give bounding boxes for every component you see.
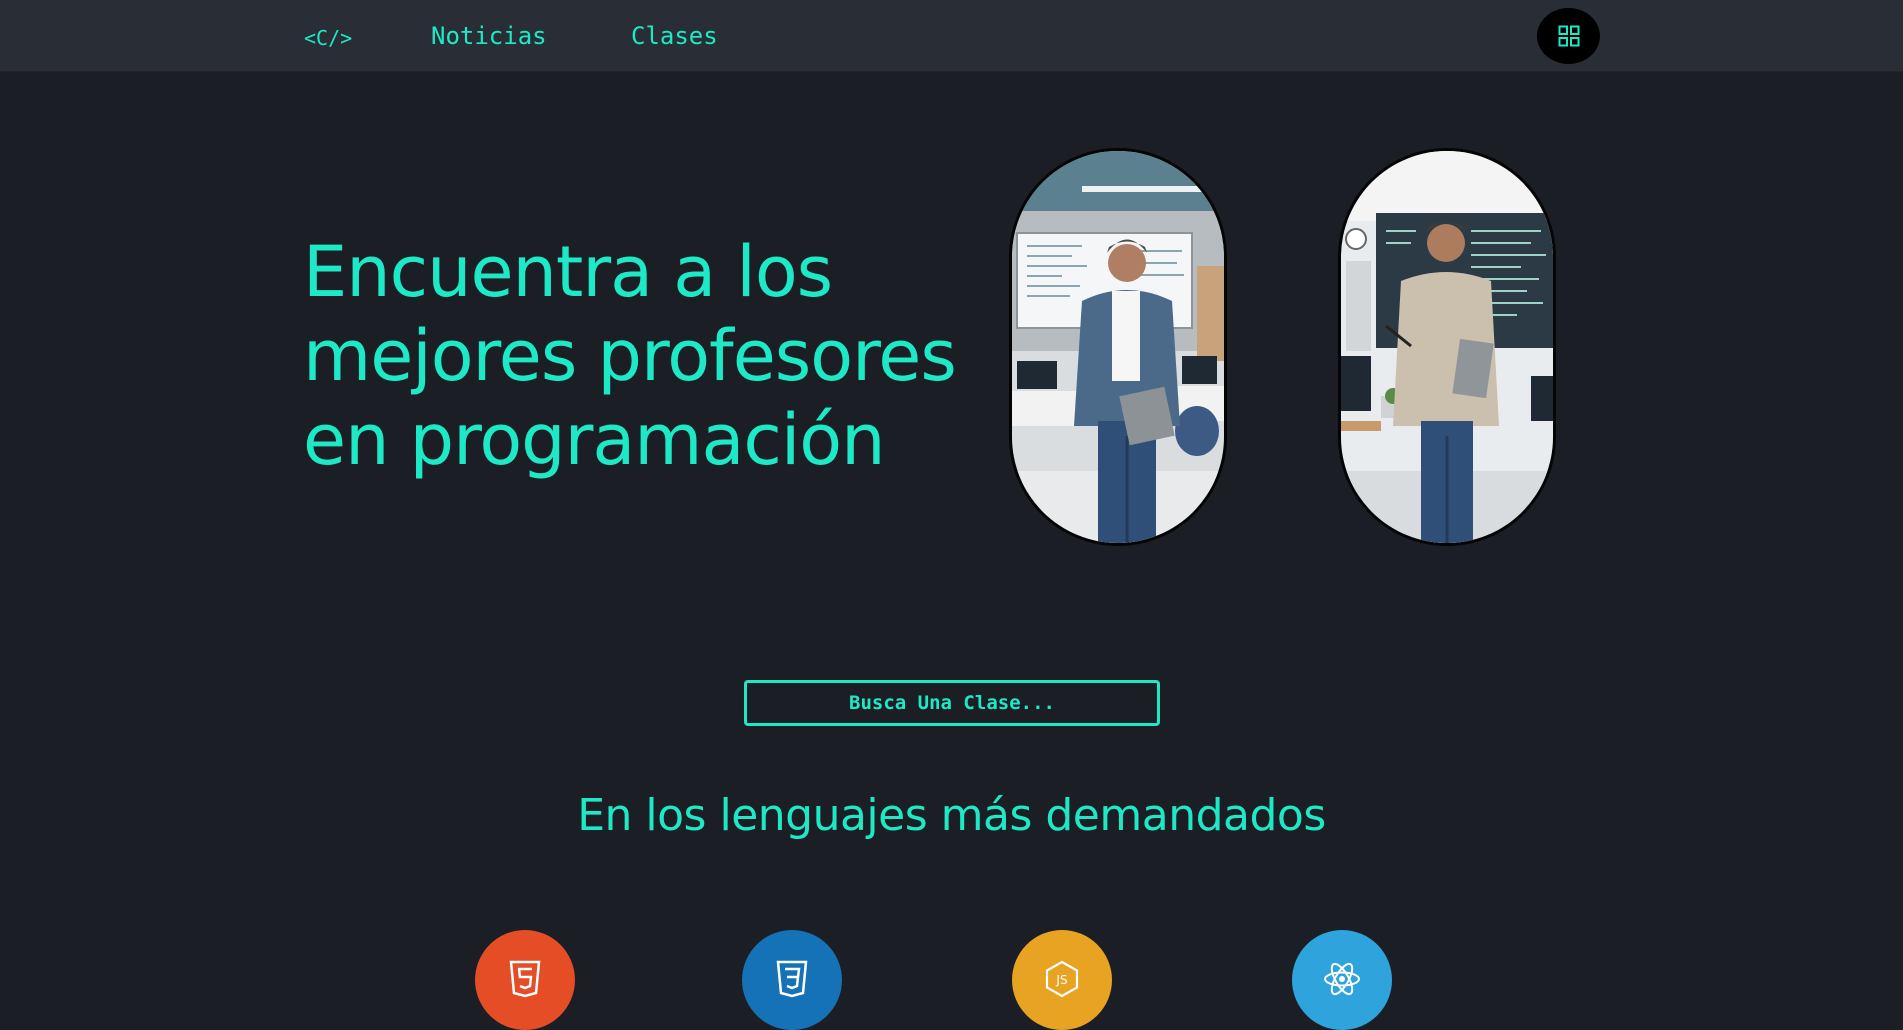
teacher-photo-2 xyxy=(1338,148,1556,546)
html5-icon xyxy=(509,960,541,998)
react-icon xyxy=(1324,962,1360,996)
language-react[interactable] xyxy=(1292,930,1392,1030)
nodejs-icon: JS xyxy=(1045,960,1079,998)
nav-link-noticias[interactable]: Noticias xyxy=(431,22,547,50)
language-html5[interactable] xyxy=(475,930,575,1030)
site-logo[interactable]: <C/> xyxy=(304,26,352,50)
grid-icon xyxy=(1558,25,1579,47)
hero-title: Encuentra a los mejores profesores en pr… xyxy=(303,231,957,481)
teacher-photo-1 xyxy=(1009,148,1227,546)
top-navbar: <C/> Noticias Clases xyxy=(0,0,1903,72)
languages-title: En los lenguajes más demandados xyxy=(577,790,1326,841)
svg-text:JS: JS xyxy=(1055,973,1067,987)
menu-button[interactable] xyxy=(1537,8,1600,64)
css3-icon xyxy=(776,960,808,998)
search-class-button[interactable]: Busca Una Clase... xyxy=(744,680,1160,726)
language-nodejs[interactable]: JS xyxy=(1012,930,1112,1030)
nav-link-clases[interactable]: Clases xyxy=(631,22,718,50)
language-css3[interactable] xyxy=(742,930,842,1030)
